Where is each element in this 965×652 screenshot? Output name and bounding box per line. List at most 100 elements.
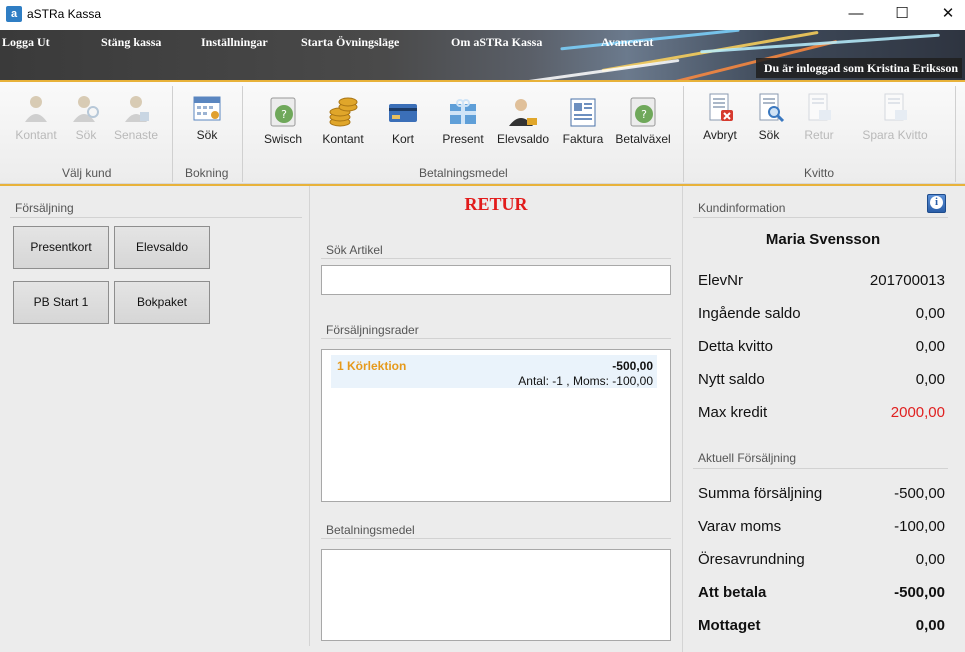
payment-present-button[interactable]: Present: [440, 96, 486, 146]
field-label-elevnr: ElevNr: [698, 272, 744, 289]
person-icon: [20, 92, 52, 124]
payment-faktura-button[interactable]: Faktura: [562, 96, 604, 146]
svg-text:?: ?: [641, 108, 647, 121]
sales-panel: Försäljning Presentkort Elevsaldo PB Sta…: [0, 186, 310, 646]
sales-row-amount: -500,00: [612, 359, 653, 373]
ribbon-button-label: Swisch: [263, 132, 302, 146]
customer-name: Maria Svensson: [765, 231, 881, 248]
mode-indicator: RETUR: [464, 194, 528, 214]
field-label-summa-forsaljning: Summa försäljning: [698, 485, 823, 502]
person-recent-icon: [120, 92, 152, 124]
field-label-ingaende-saldo: Ingående saldo: [698, 305, 801, 322]
ribbon-booking-search-button[interactable]: Sök: [189, 92, 225, 142]
ribbon-button-label: Sök: [758, 128, 780, 142]
invoice-icon: [567, 96, 599, 128]
field-label-att-betala: Att betala: [698, 584, 767, 601]
login-info: Du är inloggad som Kristina Eriksson: [755, 58, 962, 78]
window-title: aSTRa Kassa: [27, 7, 102, 21]
ribbon-button-label: Present: [442, 132, 484, 146]
swisch-icon: ?: [267, 96, 299, 128]
title-bar: a aSTRa Kassa — ☐ ✕: [0, 0, 965, 30]
info-icon[interactable]: i: [927, 194, 946, 213]
receipt-search-button[interactable]: Sök: [754, 92, 786, 142]
ribbon-kontant-customer-button[interactable]: Kontant: [12, 92, 60, 142]
menu-logga-ut[interactable]: Logga Ut: [2, 35, 50, 50]
field-value-ingaende-saldo: 0,00: [915, 305, 945, 322]
sales-row[interactable]: 1 Körlektion -500,00 Antal: -1 , Moms: -…: [331, 355, 657, 388]
current-sale-title: Aktuell Försäljning: [698, 451, 797, 465]
quick-button-pb-start-1[interactable]: PB Start 1: [13, 281, 109, 324]
gift-icon: [447, 96, 479, 128]
quick-button-bokpaket[interactable]: Bokpaket: [114, 281, 210, 324]
field-value-max-kredit: 2000,00: [890, 404, 945, 421]
field-label-mottaget: Mottaget: [698, 617, 761, 634]
receipt-save-button[interactable]: Spara Kvitto: [860, 92, 930, 142]
search-receipt-icon: [754, 92, 786, 124]
main-area: Försäljning Presentkort Elevsaldo PB Sta…: [0, 186, 965, 652]
ribbon-button-label: Kontant: [322, 132, 364, 146]
calendar-icon: [191, 92, 223, 124]
payment-methods-list[interactable]: [321, 549, 671, 641]
field-value-mottaget: 0,00: [915, 617, 945, 634]
app-icon: a: [6, 6, 22, 22]
coins-icon: [327, 96, 359, 128]
field-label-max-kredit: Max kredit: [698, 404, 768, 421]
payment-methods-title: Betalningsmedel: [326, 523, 415, 537]
customer-panel: Kundinformation i Maria Svensson ElevNr …: [682, 186, 965, 652]
field-value-nytt-saldo: 0,00: [915, 371, 945, 388]
ribbon-button-label: Retur: [804, 128, 834, 142]
save-receipt-icon: [879, 92, 911, 124]
ribbon-button-label: Kort: [391, 132, 414, 146]
group-label-valj-kund: Välj kund: [62, 166, 112, 180]
receipt-return-button[interactable]: Retur: [802, 92, 836, 142]
menu-bar: Logga Ut Stäng kassa Inställningar Start…: [0, 30, 965, 80]
svg-text:?: ?: [281, 108, 287, 121]
ribbon-button-label: Elevsaldo: [497, 132, 550, 146]
field-value-varav-moms: -100,00: [894, 518, 945, 535]
field-value-oresavrundning: 0,00: [915, 551, 945, 568]
ribbon-button-label: Spara Kvitto: [862, 128, 928, 142]
menu-om-astra-kassa[interactable]: Om aSTRa Kassa: [451, 35, 542, 50]
field-label-varav-moms: Varav moms: [698, 518, 782, 535]
menu-installningar[interactable]: Inställningar: [201, 35, 268, 50]
cancel-receipt-icon: [704, 92, 736, 124]
receipt-cancel-button[interactable]: Avbryt: [700, 92, 740, 142]
menu-starta-ovningslage[interactable]: Starta Övningsläge: [301, 35, 399, 50]
ribbon-button-label: Betalväxel: [615, 132, 671, 146]
sales-title: Försäljning: [15, 201, 74, 215]
sales-rows-list[interactable]: 1 Körlektion -500,00 Antal: -1 , Moms: -…: [321, 349, 671, 502]
field-label-detta-kvitto: Detta kvitto: [698, 338, 774, 355]
payment-kontant-button[interactable]: Kontant: [320, 96, 366, 146]
menu-avancerat[interactable]: Avancerat: [601, 35, 653, 50]
close-button[interactable]: ✕: [925, 0, 965, 30]
ribbon-button-label: Sök: [196, 128, 218, 142]
credit-card-icon: [387, 96, 419, 128]
sales-row-detail: Antal: -1 , Moms: -100,00: [518, 374, 653, 388]
maximize-button[interactable]: ☐: [879, 0, 925, 30]
field-label-nytt-saldo: Nytt saldo: [698, 371, 765, 388]
payment-swisch-button[interactable]: ? Swisch: [262, 96, 304, 146]
ribbon-search-customer-button[interactable]: Sök: [70, 92, 102, 142]
search-article-input[interactable]: [321, 265, 671, 295]
field-value-att-betala: -500,00: [894, 584, 945, 601]
payment-betalvaxel-button[interactable]: ? Betalväxel: [614, 96, 672, 146]
person-search-icon: [70, 92, 102, 124]
group-label-kvitto: Kvitto: [804, 166, 835, 180]
payment-exchange-icon: ?: [627, 96, 659, 128]
ribbon-button-label: Sök: [75, 128, 97, 142]
field-label-oresavrundning: Öresavrundning: [698, 551, 805, 568]
quick-button-presentkort[interactable]: Presentkort: [13, 226, 109, 269]
group-label-betalningsmedel: Betalningsmedel: [419, 166, 508, 180]
ribbon-button-label: Faktura: [562, 132, 604, 146]
payment-kort-button[interactable]: Kort: [386, 96, 420, 146]
menu-stang-kassa[interactable]: Stäng kassa: [101, 35, 161, 50]
ribbon-recent-customer-button[interactable]: Senaste: [112, 92, 160, 142]
return-receipt-icon: [803, 92, 835, 124]
payment-elevsaldo-button[interactable]: Elevsaldo: [497, 96, 549, 146]
minimize-button[interactable]: —: [833, 0, 879, 30]
sales-row-name: 1 Körlektion: [337, 359, 407, 373]
field-value-elevnr: 201700013: [869, 272, 945, 289]
quick-button-elevsaldo[interactable]: Elevsaldo: [114, 226, 210, 269]
ribbon-button-label: Senaste: [113, 128, 159, 142]
student-icon: [507, 96, 539, 128]
